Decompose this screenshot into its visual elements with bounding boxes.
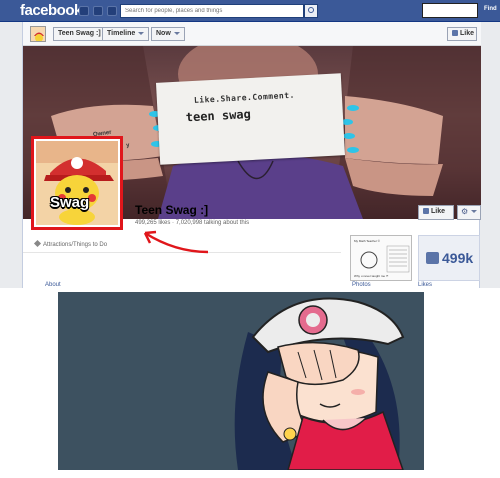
page-mini-avatar[interactable]	[30, 26, 46, 42]
gear-icon: ⚙	[461, 207, 469, 216]
thumbs-up-icon	[423, 208, 429, 214]
tab-likes[interactable]: Likes	[418, 282, 432, 288]
photos-thumbnail[interactable]: My Math Teacher © Why u never taught me …	[350, 235, 412, 281]
notification-jewels	[79, 6, 117, 16]
notifications-icon[interactable]	[107, 6, 117, 16]
facebook-logo[interactable]: facebook	[20, 2, 82, 19]
page-like-button[interactable]: Like	[418, 205, 454, 220]
facepalm-illustration	[58, 292, 424, 470]
category-label[interactable]: Attractions/Things to Do	[43, 242, 107, 248]
top-bar: facebook Find	[0, 0, 500, 22]
card-line-2: teen swag	[185, 106, 252, 125]
page-header-bar: Teen Swag :] Timeline Now Like	[23, 22, 481, 46]
page-category: Attractions/Things to Do	[33, 239, 107, 248]
tab-photos[interactable]: Photos	[352, 282, 371, 288]
chevron-down-icon	[471, 210, 478, 213]
friend-requests-icon[interactable]	[79, 6, 89, 16]
page-stats: 499,265 likes · 7,020,998 talking about …	[135, 220, 250, 226]
divider	[23, 252, 341, 253]
now-dropdown[interactable]: Now	[151, 27, 185, 41]
timeline-label: Timeline	[107, 30, 136, 37]
timeline-dropdown[interactable]: Timeline	[102, 27, 150, 41]
search-input[interactable]	[120, 4, 304, 18]
page-selector-button[interactable]: Teen Swag :]	[53, 27, 106, 41]
pikachu-image: Swag	[36, 141, 118, 225]
chevron-down-icon	[173, 31, 180, 35]
page-like-label: Like	[431, 208, 446, 215]
tab-about[interactable]: About	[45, 282, 61, 288]
likes-count: 499k	[442, 250, 474, 266]
sign-card: Like.Share.Comment. teen swag	[155, 73, 346, 165]
header-like-label: Like	[460, 30, 475, 37]
messages-icon[interactable]	[93, 6, 103, 16]
find-friends-link[interactable]: Find	[484, 6, 497, 12]
likes-count-box[interactable]: 499k	[418, 235, 480, 281]
facepalm-image	[58, 292, 424, 470]
card-line-1: Like.Share.Comment.	[193, 90, 296, 105]
swag-label: Swag	[50, 194, 90, 211]
header-like-button[interactable]: Like	[447, 27, 477, 41]
search-icon	[308, 7, 314, 13]
search-button[interactable]	[304, 4, 318, 18]
redacted-username	[422, 3, 478, 18]
tag-icon	[33, 239, 42, 248]
profile-picture[interactable]: Swag	[31, 136, 123, 230]
page-timeline: Teen Swag :] Timeline Now Like Like.Shar…	[22, 22, 481, 288]
settings-dropdown[interactable]: ⚙	[457, 205, 481, 220]
now-label: Now	[156, 30, 171, 37]
thumbs-up-icon	[452, 30, 458, 36]
chevron-down-icon	[138, 31, 145, 35]
page-name-area: Teen Swag :] 499,265 likes · 7,020,998 t…	[135, 203, 249, 226]
page-selector-label: Teen Swag :]	[58, 30, 101, 37]
photo-caption: Why u never taught me ?!	[354, 274, 389, 278]
thumbs-up-icon	[426, 252, 439, 264]
facebook-screenshot: facebook Find Teen Swag :] Timeline Now	[0, 0, 500, 288]
page-title[interactable]: Teen Swag :]	[135, 203, 249, 217]
